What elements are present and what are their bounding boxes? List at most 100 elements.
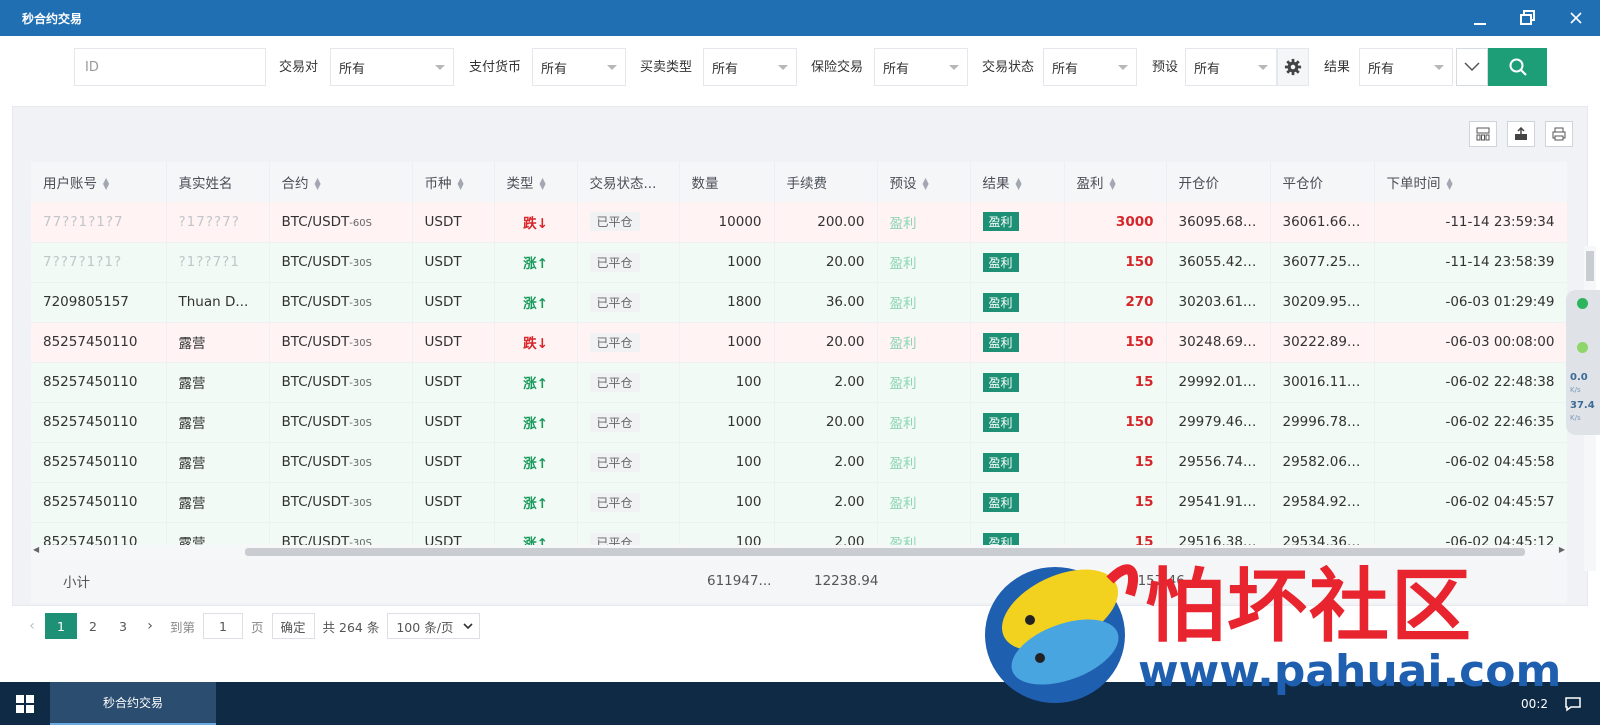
column-header-account[interactable]: 用户账号 ▲ ▼ — [31, 162, 167, 202]
grid-toolbar — [1469, 121, 1573, 147]
table-header-row: 用户账号 ▲ ▼ 真实姓名 合约 ▲ ▼ 币种 ▲ ▼ 类型 ▲ ▼ 交易状态... 数量 手续… — [31, 162, 1567, 202]
watermark-title: 怕坏社区 — [1145, 559, 1473, 653]
filter-select-currency[interactable]: 所有 — [532, 48, 626, 86]
network-speed-widget[interactable]: 0.0 K/s 37.4 K/s — [1566, 290, 1600, 435]
cell-fee: 2.00 — [774, 522, 878, 545]
table-row[interactable]: 85257450110 露营 BTC/USDT-30S USDT 跌↓ 已平仓 1000 20… — [31, 322, 1567, 363]
table-row[interactable]: 85257450110 露营 BTC/USDT-30S USDT 涨↑ 已平仓 1000 20… — [31, 402, 1567, 443]
print-button[interactable] — [1545, 121, 1573, 147]
cell-status: 已平仓 — [577, 322, 680, 363]
column-header-realname[interactable]: 真实姓名 — [166, 162, 270, 202]
cell-profit: 15 — [1064, 362, 1167, 403]
contract-pair: BTC/USDT — [281, 213, 350, 230]
cell-order-time: -06-03 00:08:00 — [1374, 322, 1567, 363]
cell-qty: 10000 — [679, 202, 775, 243]
page-size-select[interactable]: 100 条/页 — [387, 613, 481, 639]
next-page-icon[interactable]: › — [138, 618, 162, 634]
cell-coin: USDT — [412, 442, 495, 483]
result-badge: 盈利 — [982, 212, 1019, 232]
chevron-down-icon — [463, 622, 473, 629]
result-badge: 盈利 — [982, 412, 1019, 432]
status-badge: 已平仓 — [589, 212, 640, 232]
cell-contract: BTC/USDT-30S — [269, 442, 413, 483]
cell-fee: 20.00 — [774, 402, 878, 443]
filter-select-trade-status[interactable]: 所有 — [1043, 48, 1137, 86]
cell-fee: 2.00 — [774, 362, 878, 403]
cell-status: 已平仓 — [577, 522, 680, 545]
result-badge: 盈利 — [982, 252, 1019, 272]
header-label: 平仓价 — [1282, 176, 1324, 192]
close-button[interactable] — [1552, 0, 1600, 36]
scrollbar-thumb[interactable] — [1586, 251, 1594, 281]
column-header-fee[interactable]: 手续费 — [774, 162, 878, 202]
close-icon — [1570, 12, 1582, 24]
filter-select-trade-type[interactable]: 所有 — [703, 48, 797, 86]
contract-pair: BTC/USDT — [281, 494, 350, 510]
column-settings-button[interactable] — [1469, 121, 1497, 147]
goto-confirm-button[interactable]: 确定 — [271, 613, 315, 639]
filter-select-preset[interactable]: 所有 — [1185, 48, 1277, 86]
column-header-result[interactable]: 结果 ▲ ▼ — [970, 162, 1065, 202]
cell-contract: BTC/USDT-30S — [269, 402, 413, 443]
cell-preset: 盈利 — [877, 442, 971, 483]
sort-icon: ▲ ▼ — [1109, 176, 1116, 191]
column-header-preset[interactable]: 预设 ▲ ▼ — [877, 162, 971, 202]
search-button[interactable] — [1488, 48, 1547, 86]
column-header-status[interactable]: 交易状态... — [577, 162, 680, 202]
cell-coin: USDT — [412, 322, 495, 363]
cell-account: 85257450110 — [31, 522, 167, 545]
cell-order-time: -06-02 04:45:57 — [1374, 482, 1567, 523]
cell-type: 涨↑ — [494, 242, 578, 283]
cell-preset: 盈利 — [877, 282, 971, 323]
cell-open-price: 29541.9137 — [1166, 482, 1271, 523]
cell-contract: BTC/USDT-30S — [269, 282, 413, 323]
scroll-left-icon[interactable]: ◀ — [33, 545, 39, 554]
filter-select-pair[interactable]: 所有 — [330, 48, 454, 86]
header-label: 合约 — [281, 176, 309, 192]
filter-select-insurance[interactable]: 所有 — [874, 48, 968, 86]
column-header-type[interactable]: 类型 ▲ ▼ — [494, 162, 578, 202]
expand-filters-button[interactable] — [1456, 48, 1488, 86]
table-row[interactable]: 77??1?1?7 ?17??7? BTC/USDT-60S USDT 跌↓ 已平仓 100… — [31, 202, 1567, 243]
id-search-input[interactable]: ID — [74, 48, 266, 86]
page-button-1[interactable]: 1 — [45, 613, 77, 639]
restore-icon — [1520, 10, 1535, 25]
cell-result: 盈利 — [970, 402, 1065, 443]
table-row[interactable]: 85257450110 露营 BTC/USDT-30S USDT 涨↑ 已平仓 100 2.0… — [31, 482, 1567, 523]
chevron-down-icon — [1464, 62, 1480, 72]
column-header-close-price[interactable]: 平仓价 — [1270, 162, 1375, 202]
cell-order-time: -06-02 04:45:58 — [1374, 442, 1567, 483]
cell-type: 涨↑ — [494, 282, 578, 323]
cell-order-time: -06-03 01:29:49 — [1374, 282, 1567, 323]
start-button[interactable] — [0, 682, 50, 725]
column-header-coin[interactable]: 币种 ▲ ▼ — [412, 162, 495, 202]
column-header-qty[interactable]: 数量 — [679, 162, 775, 202]
export-button[interactable] — [1507, 121, 1535, 147]
cell-coin: USDT — [412, 242, 495, 283]
page-button-3[interactable]: 3 — [109, 613, 137, 639]
cell-type: 跌↓ — [494, 322, 578, 363]
table-row[interactable]: 85257450110 露营 BTC/USDT-30S USDT 涨↑ 已平仓 100 2.0… — [31, 362, 1567, 403]
column-header-contract[interactable]: 合约 ▲ ▼ — [269, 162, 413, 202]
goto-page-input[interactable]: 1 — [203, 613, 244, 639]
window-titlebar: 秒合约交易 — [0, 0, 1600, 36]
cell-realname: ?1??7?1 — [166, 242, 270, 283]
header-label: 下单时间 — [1386, 176, 1441, 192]
page-button-2[interactable]: 2 — [79, 613, 107, 639]
cell-status: 已平仓 — [577, 242, 680, 283]
taskbar-app-item[interactable]: 秒合约交易 — [50, 682, 216, 725]
column-header-open-price[interactable]: 开仓价 — [1166, 162, 1271, 202]
filter-select-result[interactable]: 所有 — [1359, 48, 1453, 86]
column-header-order-time[interactable]: 下单时间 ▲ ▼ — [1374, 162, 1567, 202]
preset-text: 盈利 — [889, 296, 917, 312]
column-header-profit[interactable]: 盈利 ▲ ▼ — [1064, 162, 1167, 202]
table-row[interactable]: 7209805157 Thuan D... BTC/USDT-30S USDT 涨↑ 已平… — [31, 282, 1567, 323]
table-row[interactable]: 85257450110 露营 BTC/USDT-30S USDT 涨↑ 已平仓 100 2.0… — [31, 442, 1567, 483]
restore-button[interactable] — [1504, 0, 1552, 36]
header-label: 数量 — [691, 176, 719, 192]
prev-page-icon[interactable]: ‹ — [20, 618, 44, 634]
minimize-button[interactable] — [1456, 0, 1504, 36]
table-row[interactable]: 7??7?1?1? ?1??7?1 BTC/USDT-30S USDT 涨↑ 已平仓 100… — [31, 242, 1567, 283]
cell-fee: 2.00 — [774, 482, 878, 523]
preset-settings-button[interactable] — [1277, 48, 1309, 86]
